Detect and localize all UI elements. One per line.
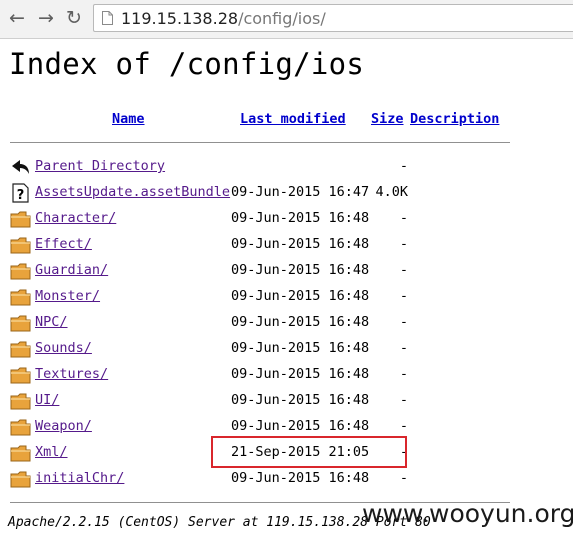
watermark: www.wooyun.org bbox=[362, 499, 573, 528]
file-size: - bbox=[399, 210, 408, 226]
last-modified: 09-Jun-2015 16:48 bbox=[231, 470, 370, 486]
svg-text:?: ? bbox=[17, 188, 25, 203]
unknown-file-icon: ? bbox=[10, 183, 31, 203]
highlight-box bbox=[211, 436, 407, 468]
address-bar[interactable]: 119.15.138.28/config/ios/ bbox=[93, 4, 573, 32]
file-size: - bbox=[399, 366, 408, 382]
forward-arrow-icon[interactable]: → bbox=[36, 8, 56, 28]
file-link[interactable]: Character/ bbox=[35, 210, 116, 226]
url-text[interactable]: 119.15.138.28/config/ios/ bbox=[121, 9, 326, 28]
file-size: - bbox=[399, 314, 408, 330]
file-size: - bbox=[399, 418, 408, 434]
last-modified: 09-Jun-2015 16:48 bbox=[231, 418, 370, 434]
folder-icon bbox=[10, 287, 31, 307]
folder-icon bbox=[10, 235, 31, 255]
last-modified: 09-Jun-2015 16:48 bbox=[231, 236, 370, 252]
column-header-size[interactable]: Size bbox=[371, 111, 404, 127]
file-link[interactable]: Weapon/ bbox=[35, 418, 92, 434]
folder-icon bbox=[10, 443, 31, 463]
file-link[interactable]: Sounds/ bbox=[35, 340, 92, 356]
page-title: Index of /config/ios bbox=[9, 47, 365, 81]
back-arrow-icon[interactable]: ← bbox=[7, 8, 27, 28]
file-link[interactable]: Effect/ bbox=[35, 236, 92, 252]
url-host: 119.15.138.28 bbox=[121, 9, 239, 28]
file-link[interactable]: Monster/ bbox=[35, 288, 100, 304]
last-modified: 09-Jun-2015 16:48 bbox=[231, 392, 370, 408]
column-header-last-modified[interactable]: Last modified bbox=[240, 111, 346, 127]
folder-icon bbox=[10, 209, 31, 229]
column-header-name[interactable]: Name bbox=[112, 111, 145, 127]
file-size: - bbox=[399, 158, 408, 174]
folder-icon bbox=[10, 417, 31, 437]
file-link[interactable]: Xml/ bbox=[35, 444, 68, 460]
back-arrow-icon bbox=[10, 157, 31, 177]
file-link[interactable]: Guardian/ bbox=[35, 262, 108, 278]
header-divider bbox=[10, 142, 510, 143]
reload-icon[interactable]: ↻ bbox=[64, 8, 84, 28]
folder-icon bbox=[10, 313, 31, 333]
file-size: - bbox=[399, 470, 408, 486]
file-size: - bbox=[399, 392, 408, 408]
file-size: - bbox=[399, 288, 408, 304]
file-link[interactable]: UI/ bbox=[35, 392, 59, 408]
folder-icon bbox=[10, 391, 31, 411]
file-link[interactable]: Textures/ bbox=[35, 366, 108, 382]
last-modified: 09-Jun-2015 16:48 bbox=[231, 288, 370, 304]
folder-icon bbox=[10, 469, 31, 489]
file-link[interactable]: NPC/ bbox=[35, 314, 68, 330]
file-link[interactable]: AssetsUpdate.assetBundle bbox=[35, 184, 230, 200]
page-icon bbox=[102, 11, 113, 25]
last-modified: 09-Jun-2015 16:48 bbox=[231, 210, 370, 226]
column-header-description[interactable]: Description bbox=[410, 111, 499, 127]
browser-toolbar: ← → ↻ 119.15.138.28/config/ios/ bbox=[0, 0, 573, 39]
last-modified: 09-Jun-2015 16:48 bbox=[231, 340, 370, 356]
file-size: - bbox=[399, 262, 408, 278]
file-size: - bbox=[399, 236, 408, 252]
url-path: /config/ios/ bbox=[238, 9, 326, 28]
folder-icon bbox=[10, 339, 31, 359]
last-modified: 09-Jun-2015 16:47 bbox=[231, 184, 370, 200]
folder-icon bbox=[10, 365, 31, 385]
last-modified: 09-Jun-2015 16:48 bbox=[231, 314, 370, 330]
last-modified: 09-Jun-2015 16:48 bbox=[231, 262, 370, 278]
file-link[interactable]: initialChr/ bbox=[35, 470, 124, 486]
last-modified: 09-Jun-2015 16:48 bbox=[231, 366, 370, 382]
file-size: - bbox=[399, 340, 408, 356]
file-link[interactable]: Parent Directory bbox=[35, 158, 165, 174]
file-size: 4.0K bbox=[375, 184, 408, 200]
folder-icon bbox=[10, 261, 31, 281]
